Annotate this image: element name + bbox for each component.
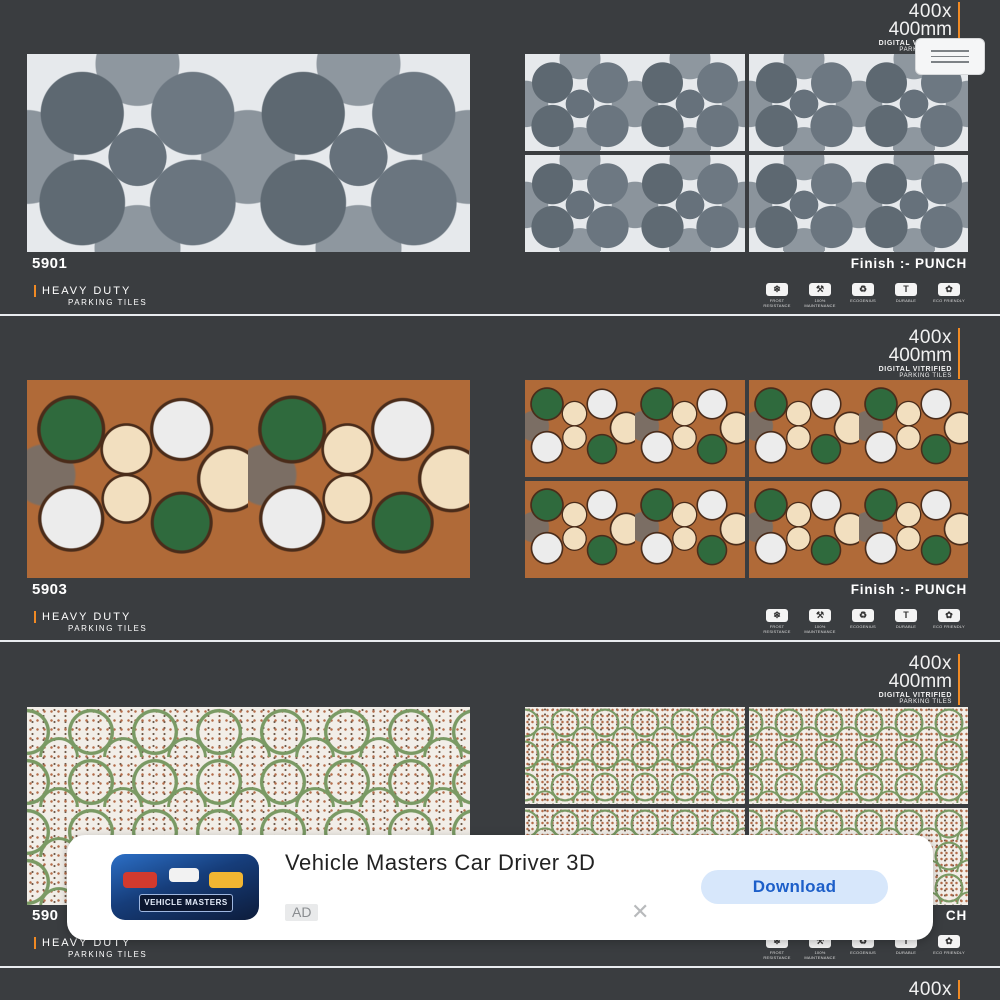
tools-icon: ⚒ xyxy=(809,283,831,296)
size-height: 400mm xyxy=(888,345,952,366)
recycle-icon: ✿ xyxy=(938,609,960,622)
snowflake-icon: ❄ xyxy=(766,283,788,296)
feature-label: ECOGENIUS xyxy=(850,298,876,303)
product-finish: CH xyxy=(945,908,967,923)
hammer-icon: T xyxy=(895,283,917,296)
tile-quad-piece xyxy=(748,481,968,578)
recycle-icon: ✿ xyxy=(938,935,960,948)
feature-friendly: ✿ ECO FRIENDLY xyxy=(932,283,966,308)
feature-icons: ❄ FROST RESISTANCE ⚒ 100% MAINTENANCE ♻ ECO… xyxy=(760,283,966,308)
product-finish: Finish :- PUNCH xyxy=(850,582,967,597)
brand-tagline: PARKING TILES xyxy=(68,950,148,959)
feature-frost: ❄ FROST RESISTANCE xyxy=(760,283,794,308)
ad-label: AD xyxy=(285,904,319,921)
catalog-page: 400x 400mm DIGITAL VITRIFIED PARKING TIL… xyxy=(0,0,1000,1000)
tile-quad-piece xyxy=(748,155,968,252)
menu-line xyxy=(931,61,969,63)
size-height: 400mm xyxy=(888,671,952,692)
brand-logo: HEAVY DUTY PARKING TILES xyxy=(34,611,147,633)
feature-label: FROST RESISTANCE xyxy=(763,950,791,960)
feature-label: 100% MAINTENANCE xyxy=(804,624,836,634)
tile-quad-piece xyxy=(525,481,745,578)
size-usage: PARKING TILES xyxy=(899,373,952,379)
ad-banner[interactable]: VEHICLE MASTERS Vehicle Masters Car Driv… xyxy=(67,835,933,940)
tile-layout-5901 xyxy=(525,54,968,252)
feature-label: ECO FRIENDLY xyxy=(933,950,965,955)
feature-label: ECO FRIENDLY xyxy=(933,298,965,303)
app-icon[interactable]: VEHICLE MASTERS xyxy=(111,854,259,920)
feature-label: FROST RESISTANCE xyxy=(763,624,791,634)
feature-label: ECO FRIENDLY xyxy=(933,624,965,629)
tile-quad-piece xyxy=(525,380,745,477)
size-badge: 400x xyxy=(909,980,960,999)
feature-eco: ♻ ECOGENIUS xyxy=(846,609,880,634)
feature-durable: T DURABLE xyxy=(889,609,923,634)
product-panel-5901: 400x 400mm DIGITAL VITRIFIED PARKING TIL… xyxy=(0,0,1000,314)
product-panel-5903: 400x 400mm DIGITAL VITRIFIED PARKING TIL… xyxy=(0,316,1000,640)
size-type: DIGITAL VITRIFIED xyxy=(878,692,952,699)
leaf-icon: ♻ xyxy=(852,609,874,622)
tile-quad-piece xyxy=(525,155,745,252)
feature-label: DURABLE xyxy=(895,624,917,629)
brand-logo: HEAVY DUTY PARKING TILES xyxy=(34,937,147,959)
feature-eco: ♻ ECOGENIUS xyxy=(846,283,880,308)
car-graphic xyxy=(209,872,243,888)
product-panel-next: 400x xyxy=(0,968,1000,1000)
brand-tagline: PARKING TILES xyxy=(68,624,148,633)
feature-friendly: ✿ ECO FRIENDLY xyxy=(932,609,966,634)
feature-icons: ❄ FROST RESISTANCE ⚒ 100% MAINTENANCE ♻ ECO… xyxy=(760,609,966,634)
tile-image-5901 xyxy=(27,54,470,252)
hamburger-menu-button[interactable] xyxy=(915,38,985,75)
tile-quad-piece xyxy=(525,707,745,804)
feature-label: FROST RESISTANCE xyxy=(763,298,791,308)
size-badge: 400x 400mm DIGITAL VITRIFIED PARKING TIL… xyxy=(879,328,960,379)
hammer-icon: T xyxy=(895,609,917,622)
menu-line xyxy=(931,50,969,52)
feature-label: ECOGENIUS xyxy=(850,950,876,955)
size-badge: 400x 400mm DIGITAL VITRIFIED PARKING TIL… xyxy=(879,654,960,705)
product-code: 5903 xyxy=(32,581,68,598)
leaf-icon: ♻ xyxy=(852,283,874,296)
product-code: 590 xyxy=(32,907,59,924)
feature-maintenance: ⚒ 100% MAINTENANCE xyxy=(803,283,837,308)
snowflake-icon: ❄ xyxy=(766,609,788,622)
size-type: DIGITAL VITRIFIED xyxy=(878,366,952,373)
tile-quad-piece xyxy=(748,707,968,804)
ad-title[interactable]: Vehicle Masters Car Driver 3D xyxy=(285,850,685,876)
feature-label: DURABLE xyxy=(895,298,917,303)
size-width: 400x xyxy=(908,979,952,1000)
product-finish: Finish :- PUNCH xyxy=(850,256,967,271)
feature-frost: ❄ FROST RESISTANCE xyxy=(760,609,794,634)
download-button[interactable]: Download xyxy=(701,870,888,904)
size-height: 400mm xyxy=(888,19,952,40)
tile-quad-piece xyxy=(748,380,968,477)
tile-quad-piece xyxy=(525,54,745,151)
product-code: 5901 xyxy=(32,255,68,272)
car-graphic xyxy=(123,872,157,888)
feature-maintenance: ⚒ 100% MAINTENANCE xyxy=(803,609,837,634)
brand-name: HEAVY DUTY xyxy=(34,285,147,297)
feature-label: 100% MAINTENANCE xyxy=(804,298,836,308)
brand-logo: HEAVY DUTY PARKING TILES xyxy=(34,285,147,307)
app-icon-logo: VEHICLE MASTERS xyxy=(139,894,233,912)
brand-name: HEAVY DUTY xyxy=(34,611,147,623)
menu-line xyxy=(931,55,969,58)
feature-label: DURABLE xyxy=(895,950,917,955)
tile-image-5903 xyxy=(27,380,470,578)
tools-icon: ⚒ xyxy=(809,609,831,622)
feature-friendly: ✿ ECO FRIENDLY xyxy=(932,935,966,960)
feature-durable: T DURABLE xyxy=(889,283,923,308)
feature-label: 100% MAINTENANCE xyxy=(804,950,836,960)
feature-label: ECOGENIUS xyxy=(850,624,876,629)
brand-tagline: PARKING TILES xyxy=(68,298,148,307)
tile-layout-5903 xyxy=(525,380,968,578)
size-usage: PARKING TILES xyxy=(899,699,952,705)
recycle-icon: ✿ xyxy=(938,283,960,296)
car-graphic xyxy=(169,868,199,882)
close-icon[interactable]: ✕ xyxy=(631,899,649,925)
